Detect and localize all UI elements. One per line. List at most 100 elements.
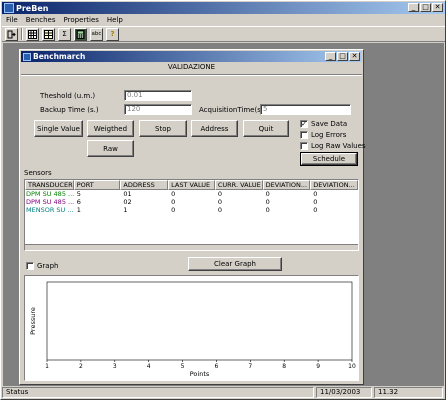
child-titlebar: Benchmarch _ □ ✕ <box>21 51 362 62</box>
table-row[interactable]: MENSOR SU ... 1 1 0 0 0 0 <box>25 206 358 214</box>
maximize-button[interactable]: □ <box>420 3 431 12</box>
acquisition-time-input[interactable]: 5 <box>260 104 351 115</box>
cell-address: 1 <box>123 206 128 214</box>
menubar: File Benches Properties Help <box>2 14 445 25</box>
child-maximize-button[interactable]: □ <box>337 52 348 61</box>
cell-curr-value: 0 <box>217 190 222 198</box>
col-deviation-1[interactable]: DEVIATION... <box>262 180 311 190</box>
backup-time-input[interactable]: 120 <box>124 104 192 115</box>
x-axis-label: Points <box>190 370 210 378</box>
col-address[interactable]: ADDRESS <box>120 180 169 190</box>
main-window: PreBen _ □ ✕ File Benches Properties Hel… <box>0 0 446 400</box>
cell-port: 6 <box>76 198 81 206</box>
threshold-label: Theshold (u.m.) <box>40 92 96 100</box>
cell-transducer: MENSOR SU ... <box>26 206 74 214</box>
chart-svg: 1 2 3 4 5 6 7 8 9 10 Points Pressure <box>29 281 356 378</box>
child-window-icon <box>23 52 31 61</box>
cell-deviation-2: 0 <box>313 206 318 214</box>
help-icon[interactable]: ? <box>106 27 119 41</box>
weighted-button[interactable]: Weigthed <box>87 120 134 137</box>
mdi-workspace: Benchmarch _ □ ✕ VALIDAZIONE Theshold (u… <box>3 43 444 386</box>
col-deviation-2[interactable]: DEVIATION... <box>310 180 358 190</box>
cell-curr-value: 0 <box>217 206 222 214</box>
child-minimize-button[interactable]: _ <box>325 52 336 61</box>
col-last-value[interactable]: LAST VALUE <box>168 180 215 190</box>
menu-file[interactable]: File <box>2 16 22 24</box>
grid-icon[interactable] <box>42 27 55 41</box>
plot-area <box>46 281 353 361</box>
menu-properties[interactable]: Properties <box>60 16 103 24</box>
app-titlebar: PreBen _ □ ✕ <box>2 2 445 14</box>
close-button[interactable]: ✕ <box>432 3 443 12</box>
save-data-option[interactable]: ✓ Save Data <box>300 120 347 128</box>
col-port[interactable]: PORT <box>73 180 121 190</box>
cell-deviation-1: 0 <box>265 190 270 198</box>
x-tick-label: 6 <box>215 363 219 370</box>
log-errors-label: Log Errors <box>311 131 347 139</box>
status-date: 11/03/2003 <box>316 387 372 398</box>
cell-curr-value: 0 <box>217 198 222 206</box>
save-data-label: Save Data <box>311 120 348 128</box>
sensors-table: TRANSDUCER PORT ADDRESS LAST VALUE CURR.… <box>24 179 359 251</box>
log-raw-label: Log Raw Values <box>311 142 366 150</box>
cell-deviation-2: 0 <box>313 190 318 198</box>
sigma-icon[interactable]: Σ <box>58 27 71 41</box>
x-axis-ticks: 1 2 3 4 5 6 7 8 9 10 <box>45 360 356 370</box>
stop-button[interactable]: Stop <box>139 120 187 137</box>
cell-transducer: DPM SU 485 ... <box>26 198 74 206</box>
address-button[interactable]: Address <box>191 120 238 137</box>
log-raw-option[interactable]: Log Raw Values <box>300 142 366 150</box>
save-data-checkbox[interactable]: ✓ <box>300 120 308 128</box>
x-tick-label: 2 <box>79 363 83 370</box>
heading-divider <box>21 74 362 76</box>
quit-button[interactable]: Quit <box>243 120 289 137</box>
single-value-button[interactable]: Single Value <box>34 120 83 137</box>
abc-icon[interactable]: abc <box>90 27 103 41</box>
graph-checkbox[interactable] <box>26 262 34 270</box>
child-close-button[interactable]: ✕ <box>349 52 360 61</box>
log-errors-checkbox[interactable] <box>300 131 308 139</box>
table-row[interactable]: DPM SU 485 ... 5 01 0 0 0 0 <box>25 190 358 198</box>
x-tick-label: 8 <box>282 363 286 370</box>
schedule-button[interactable]: Schedule <box>300 152 358 166</box>
child-title: Benchmarch <box>33 52 86 61</box>
menu-benches[interactable]: Benches <box>22 16 60 24</box>
minimize-button[interactable]: _ <box>408 3 419 12</box>
calculator-icon[interactable] <box>74 27 87 41</box>
status-text: Status <box>2 387 314 398</box>
x-tick-label: 9 <box>316 363 320 370</box>
toolbar-separator <box>21 28 23 40</box>
cell-transducer: DPM SU 485 ... <box>26 190 74 198</box>
pressure-chart: 1 2 3 4 5 6 7 8 9 10 Points Pressure <box>24 275 359 381</box>
exit-icon[interactable] <box>5 27 18 41</box>
app-icon <box>4 3 14 13</box>
threshold-input[interactable]: 0.01 <box>124 90 192 101</box>
log-errors-option[interactable]: Log Errors <box>300 131 346 139</box>
cell-deviation-1: 0 <box>265 206 270 214</box>
clear-graph-button[interactable]: Clear Graph <box>188 257 282 271</box>
raw-button[interactable]: Raw <box>87 140 134 157</box>
table-horizontal-scrollbar[interactable] <box>25 244 358 250</box>
sensors-label: Sensors <box>24 169 52 177</box>
graph-label: Graph <box>37 262 59 270</box>
backup-time-label: Backup Time (s.) <box>40 106 99 114</box>
table-row[interactable]: DPM SU 485 ... 6 02 0 0 0 0 <box>25 198 358 206</box>
table-icon[interactable] <box>26 27 39 41</box>
menu-help[interactable]: Help <box>103 16 127 24</box>
cell-port: 1 <box>76 206 81 214</box>
col-curr-value[interactable]: CURR. VALUE <box>214 180 263 190</box>
page-heading: VALIDAZIONE <box>167 63 216 71</box>
cell-address: 01 <box>123 190 132 198</box>
cell-port: 5 <box>76 190 81 198</box>
toolbar: Σ abc ? <box>2 26 445 42</box>
col-transducer[interactable]: TRANSDUCER <box>25 180 74 190</box>
app-title: PreBen <box>16 3 49 13</box>
benchmarch-window: Benchmarch _ □ ✕ VALIDAZIONE Theshold (u… <box>19 49 366 385</box>
cell-last-value: 0 <box>171 190 176 198</box>
graph-option[interactable]: Graph <box>26 262 58 270</box>
status-bar: Status 11/03/2003 11.32 <box>2 387 445 399</box>
sensors-table-header: TRANSDUCER PORT ADDRESS LAST VALUE CURR.… <box>25 180 358 190</box>
x-tick-label: 10 <box>348 363 356 370</box>
status-time: 11.32 <box>374 387 443 398</box>
log-raw-checkbox[interactable] <box>300 142 308 150</box>
